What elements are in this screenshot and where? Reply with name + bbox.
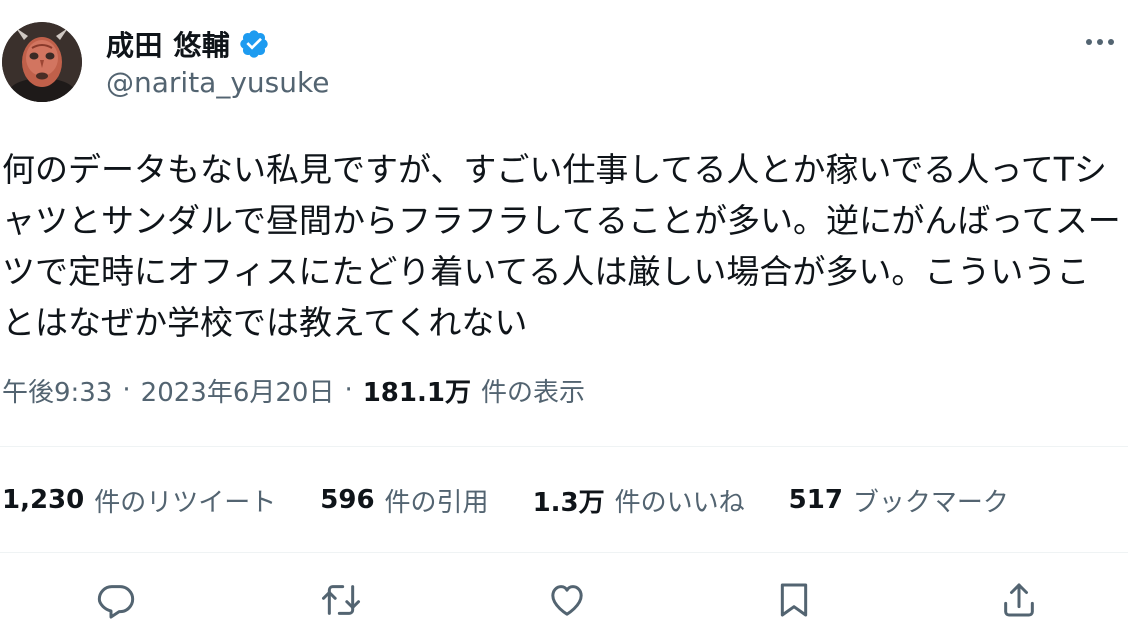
quotes-count: 596: [320, 485, 375, 515]
bookmarks-label: ブックマーク: [852, 487, 1009, 518]
likes-count: 1.3万: [532, 487, 605, 518]
share-icon: [1004, 583, 1034, 617]
user-handle[interactable]: @narita_yusuke: [106, 66, 329, 99]
avatar-mask-image: [2, 22, 82, 102]
meta-separator: ·: [344, 375, 353, 405]
more-options-button[interactable]: [1080, 30, 1120, 54]
heart-icon: [551, 585, 583, 616]
engagement-stats: 1,230 件のリツイート 596 件の引用 1.3万 件のいいね 517 ブッ…: [2, 476, 1053, 524]
bookmark-icon: [780, 583, 808, 617]
tweet-actions: [0, 570, 1128, 630]
avatar[interactable]: [2, 22, 82, 102]
meta-separator: ·: [122, 375, 131, 405]
retweet-icon: [322, 585, 360, 615]
bookmarks-count: 517: [788, 485, 843, 515]
tweet-meta: 午後9:33 · 2023年6月20日 · 181.1万 件の表示: [2, 368, 585, 412]
retweets-stat[interactable]: 1,230 件のリツイート: [2, 482, 276, 519]
divider: [0, 446, 1128, 447]
like-button[interactable]: [545, 578, 589, 622]
display-name-row: 成田 悠輔: [106, 22, 270, 66]
quotes-stat[interactable]: 596 件の引用: [320, 482, 488, 519]
display-name[interactable]: 成田 悠輔: [106, 24, 230, 64]
retweets-count: 1,230: [2, 485, 85, 515]
reply-button[interactable]: [94, 578, 138, 622]
divider: [0, 552, 1128, 553]
retweet-button[interactable]: [319, 578, 363, 622]
quotes-label: 件の引用: [384, 487, 489, 518]
tweet-text: 何のデータもない私見ですが、すごい仕事してる人とか稼いでる人ってTシャツとサンダ…: [2, 150, 1121, 342]
tweet-time[interactable]: 午後9:33: [2, 372, 112, 409]
views-label: 件の表示: [480, 377, 585, 408]
tweet-date[interactable]: 2023年6月20日: [141, 372, 335, 409]
more-horizontal-icon: [1086, 39, 1114, 45]
bookmarks-stat[interactable]: 517 ブックマーク: [789, 482, 1009, 519]
tweet-detail: 成田 悠輔 @narita_yusuke 何のデータもない私見ですが、すごい仕事…: [0, 0, 1128, 638]
views-count: 181.1万: [362, 377, 471, 408]
bookmark-button[interactable]: [772, 578, 816, 622]
retweets-label: 件のリツイート: [94, 487, 277, 518]
share-button[interactable]: [997, 578, 1041, 622]
likes-label: 件のいいね: [614, 487, 745, 518]
verified-badge-icon[interactable]: [238, 28, 270, 60]
likes-stat[interactable]: 1.3万 件のいいね: [533, 482, 745, 519]
reply-icon: [97, 585, 135, 619]
